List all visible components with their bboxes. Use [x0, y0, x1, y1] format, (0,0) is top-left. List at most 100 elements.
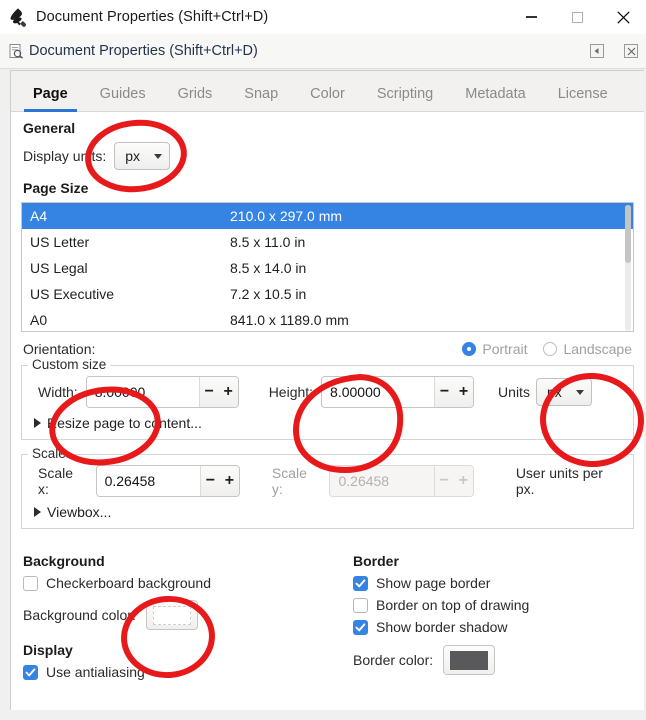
inkscape-logo-icon	[7, 6, 29, 28]
minimize-icon[interactable]	[508, 0, 554, 34]
width-input[interactable]: 8.00000 − +	[85, 376, 239, 408]
radio-portrait[interactable]: Portrait	[462, 341, 527, 357]
scale-y-decrement-icon: −	[439, 472, 449, 489]
close-dock-icon[interactable]	[624, 44, 638, 58]
background-color-row: Background color:	[23, 600, 337, 630]
radio-dot-icon	[543, 342, 558, 356]
height-stepper[interactable]: − +	[434, 377, 474, 407]
background-column: Background Checkerboard background Backg…	[19, 545, 337, 680]
viewbox-expander[interactable]: Viewbox...	[34, 504, 625, 520]
radio-portrait-label: Portrait	[482, 341, 528, 357]
checkerboard-background-checkbox[interactable]	[23, 575, 38, 591]
height-input[interactable]: 8.00000 − +	[321, 376, 475, 408]
window-title: Document Properties (Shift+Ctrl+D)	[36, 9, 269, 25]
page-size-dims: 8.5 x 11.0 in	[230, 234, 306, 250]
resize-page-to-content-label: Resize page to content...	[47, 415, 202, 431]
width-label: Width:	[38, 384, 78, 400]
page-size-scrollbar[interactable]	[625, 205, 631, 331]
show-border-shadow-label: Show border shadow	[376, 619, 508, 635]
width-value[interactable]: 8.00000	[86, 377, 199, 407]
scale-x-stepper[interactable]: − +	[199, 466, 239, 496]
border-color-swatch[interactable]	[443, 645, 496, 675]
resize-page-to-content-expander[interactable]: Resize page to content...	[34, 415, 625, 431]
units-dropdown[interactable]: px	[535, 378, 592, 406]
background-border-columns: Background Checkerboard background Backg…	[19, 545, 636, 680]
expander-triangle-icon	[34, 418, 41, 428]
maximize-icon[interactable]	[554, 0, 600, 34]
display-units-dropdown[interactable]: px	[114, 142, 171, 170]
use-antialiasing-row[interactable]: Use antialiasing	[23, 664, 337, 680]
tab-guides[interactable]: Guides	[84, 86, 162, 111]
window-titlebar: Document Properties (Shift+Ctrl+D)	[0, 0, 646, 35]
general-heading: General	[23, 120, 76, 136]
show-border-shadow-row[interactable]: Show border shadow	[353, 619, 636, 635]
properties-panel: Page Guides Grids Snap Color Scripting M…	[10, 70, 644, 710]
radio-landscape[interactable]: Landscape	[543, 341, 632, 357]
height-increment-icon[interactable]: +	[454, 377, 473, 407]
border-on-top-label: Border on top of drawing	[376, 597, 530, 613]
scale-x-input[interactable]: 0.26458 − +	[95, 465, 240, 497]
dock-header: Document Properties (Shift+Ctrl+D)	[0, 34, 646, 69]
page-size-dims: 7.2 x 10.5 in	[230, 286, 307, 302]
window-controls	[508, 0, 646, 34]
show-border-shadow-checkbox[interactable]	[353, 619, 368, 635]
border-color-row: Border color:	[353, 645, 636, 675]
tab-scripting[interactable]: Scripting	[361, 86, 449, 111]
page-size-dims: 210.0 x 297.0 mm	[230, 208, 343, 224]
height-label: Height:	[268, 384, 314, 400]
height-value[interactable]: 8.00000	[322, 377, 435, 407]
page-size-list[interactable]: A4 210.0 x 297.0 mm US Letter 8.5 x 11.0…	[21, 202, 634, 332]
background-heading: Background	[23, 553, 105, 569]
page-tab-content: General Display units: px Page Size A4 2…	[11, 112, 644, 710]
tab-snap[interactable]: Snap	[228, 86, 294, 111]
document-properties-icon	[8, 43, 24, 59]
tab-bar: Page Guides Grids Snap Color Scripting M…	[11, 71, 644, 112]
height-decrement-icon[interactable]: −	[435, 377, 454, 407]
page-size-name: A0	[30, 312, 48, 328]
list-item[interactable]: US Legal 8.5 x 14.0 in	[22, 255, 633, 281]
tab-metadata[interactable]: Metadata	[449, 86, 541, 111]
border-on-top-row[interactable]: Border on top of drawing	[353, 597, 636, 613]
orientation-label: Orientation:	[23, 341, 96, 357]
scale-x-decrement-icon[interactable]: −	[201, 466, 220, 496]
tab-grids[interactable]: Grids	[162, 86, 229, 111]
checkerboard-background-row[interactable]: Checkerboard background	[23, 575, 337, 591]
show-page-border-row[interactable]: Show page border	[353, 575, 636, 591]
list-item[interactable]: US Letter 8.5 x 11.0 in	[22, 229, 633, 255]
collapse-left-icon[interactable]	[590, 44, 604, 58]
radio-landscape-label: Landscape	[563, 341, 632, 357]
width-stepper[interactable]: − +	[198, 377, 238, 407]
list-item[interactable]: US Executive 7.2 x 10.5 in	[22, 281, 633, 307]
background-color-swatch[interactable]	[145, 600, 198, 630]
tab-license[interactable]: License	[542, 86, 624, 111]
border-column: Border Show page border Border on top of…	[337, 545, 636, 680]
list-item[interactable]: A4 210.0 x 297.0 mm	[22, 203, 633, 229]
tab-page[interactable]: Page	[17, 86, 84, 112]
scale-x-increment-icon[interactable]: +	[220, 466, 239, 496]
scale-x-label: Scale x:	[38, 465, 74, 497]
list-item[interactable]: A0 841.0 x 1189.0 mm	[22, 307, 633, 331]
page-size-heading: Page Size	[23, 180, 89, 196]
custom-size-frame: Custom size Width: 8.00000 − + Height: 8…	[21, 357, 634, 440]
tab-color[interactable]: Color	[294, 86, 361, 111]
scrollbar-thumb[interactable]	[625, 205, 631, 263]
scale-y-input: 0.26458 − +	[329, 465, 474, 497]
border-on-top-checkbox[interactable]	[353, 597, 368, 613]
page-size-dims: 841.0 x 1189.0 mm	[230, 312, 349, 328]
dock-title: Document Properties (Shift+Ctrl+D)	[29, 43, 258, 59]
show-page-border-label: Show page border	[376, 575, 491, 591]
use-antialiasing-checkbox[interactable]	[23, 664, 38, 680]
scale-x-value[interactable]: 0.26458	[96, 466, 200, 496]
width-increment-icon[interactable]: +	[219, 377, 238, 407]
close-icon[interactable]	[600, 0, 646, 34]
custom-size-fields-row: Width: 8.00000 − + Height: 8.00000 − + U…	[30, 376, 625, 408]
custom-size-legend: Custom size	[28, 357, 111, 372]
viewbox-label: Viewbox...	[47, 504, 112, 520]
show-page-border-checkbox[interactable]	[353, 575, 368, 591]
width-decrement-icon[interactable]: −	[200, 377, 219, 407]
border-heading: Border	[353, 553, 399, 569]
units-label: Units	[498, 384, 530, 400]
scale-legend: Scale	[28, 446, 70, 461]
scale-units-note: User units per px.	[515, 465, 603, 497]
expander-triangle-icon	[34, 507, 41, 517]
